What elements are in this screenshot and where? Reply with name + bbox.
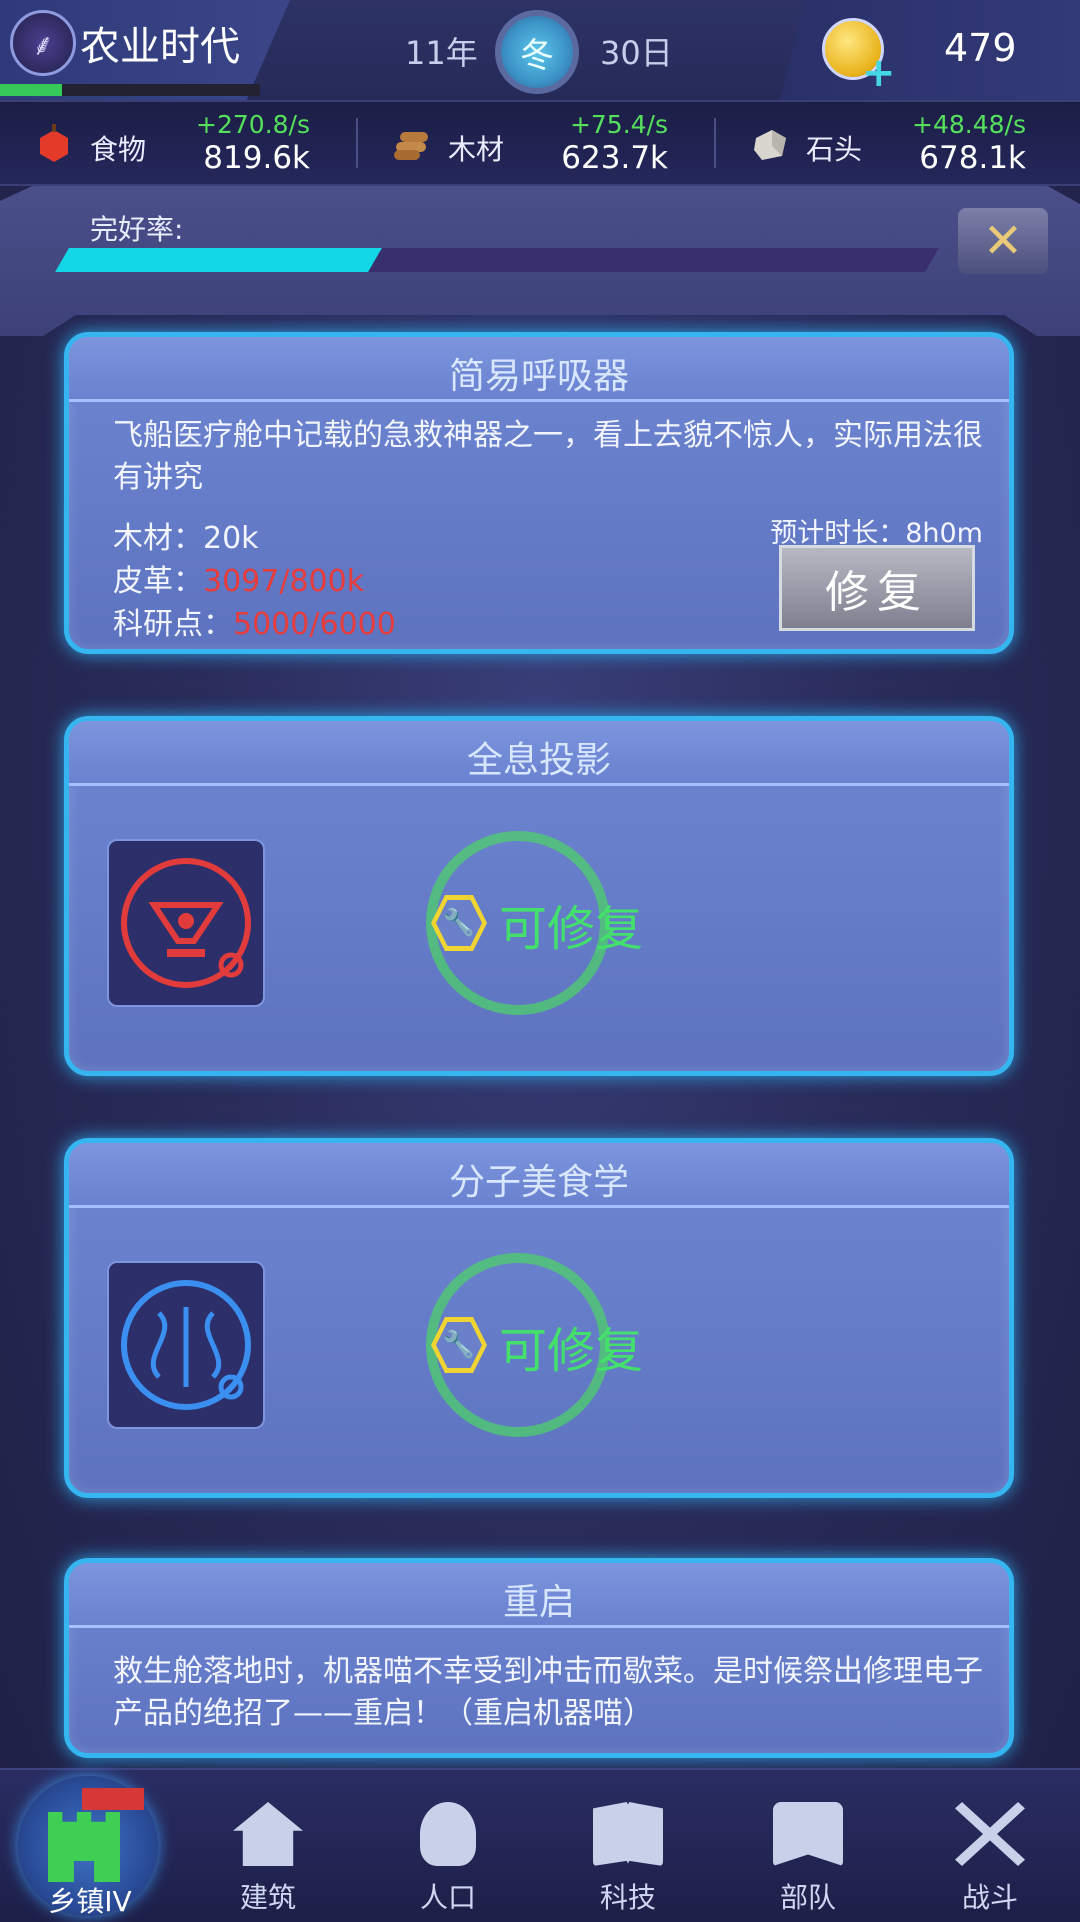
requirement-leather: 皮革：3097/800k [113,556,364,600]
apple-icon [40,124,68,162]
requirement-label: 科研点： [113,607,233,642]
house-icon [233,1802,303,1866]
card-title: 分子美食学 [448,1162,629,1203]
nav-label: 战斗 [961,1881,1018,1914]
era-title: 农业时代 [80,24,240,70]
card-title: 全息投影 [466,740,611,781]
repair-card-reboot: 重启 救生舱落地时，机器喵不幸受到冲击而歇菜。是时候祭出修理电子产品的绝招了——… [64,1558,1014,1758]
person-icon [420,1802,476,1866]
era-progress-bar [0,84,260,96]
resource-stone[interactable]: 石头 +48.48/s 678.1k [716,102,1046,184]
book-icon [593,1802,663,1866]
resource-amount: 623.7k [561,140,668,176]
resource-food[interactable]: 食物 +270.8/s 819.6k [0,102,330,184]
card-description: 救生舱落地时，机器喵不幸受到冲击而歇菜。是时候祭出修理电子产品的绝招了——重启！… [113,1654,983,1731]
resource-name: 木材 [448,133,505,166]
flag-icon [82,1788,144,1810]
resource-wood[interactable]: 木材 +75.4/s 623.7k [358,102,688,184]
nav-label: 建筑 [239,1881,296,1914]
nav-label: 人口 [419,1881,476,1914]
bottom-nav: 建筑 人口 科技 部队 战斗 [0,1768,1080,1922]
card-description: 飞船医疗舱中记载的急救神器之一，看上去貌不惊人，实际用法很有讲究 [113,418,983,495]
logs-icon [394,132,428,160]
nav-population[interactable]: 人口 [358,1770,538,1922]
date-year: 11年 [405,34,478,72]
card-title: 简易呼吸器 [448,356,629,397]
nav-troops[interactable]: 部队 [718,1770,898,1922]
requirement-research: 科研点：5000/6000 [113,599,396,643]
hologram-paw-icon[interactable] [107,839,265,1007]
requirement-value: 20k [203,521,259,556]
nav-label: 部队 [779,1881,836,1914]
top-bar: ⸙ 农业时代 11年 冬 30日 + 479 [0,0,1080,100]
resource-bar: 食物 +270.8/s 819.6k 木材 +75.4/s 623.7k 石头 … [0,100,1080,186]
requirement-label: 皮革： [113,564,203,599]
resource-rate: +270.8/s [196,110,310,139]
card-header: 全息投影 [69,721,1009,786]
nav-label: 乡镇IV [48,1885,132,1918]
repair-card-hologram: 全息投影 🔧 可修复 [64,716,1014,1076]
nav-tech[interactable]: 科技 [538,1770,718,1922]
requirement-wood: 木材：20k [113,513,259,557]
requirement-value: 5000/6000 [233,607,396,642]
resource-amount: 819.6k [203,140,310,176]
nav-label: 科技 [599,1881,656,1914]
card-header: 简易呼吸器 [69,337,1009,402]
card-title: 重启 [502,1582,575,1623]
card-header: 重启 [69,1563,1009,1628]
nav-buildings[interactable]: 建筑 [178,1770,358,1922]
repair-button[interactable]: 修复 [779,545,975,631]
requirement-value: 3097/800k [203,564,365,599]
close-button[interactable]: ✕ [958,208,1048,274]
repair-status[interactable]: 可修复 [499,889,643,959]
resource-name: 石头 [806,133,863,166]
durability-fill [55,248,383,272]
dna-wheat-icon[interactable] [107,1261,265,1429]
resource-amount: 678.1k [919,140,1026,176]
resource-rate: +48.48/s [912,110,1026,139]
crossed-swords-icon [955,1802,1025,1866]
season-badge: 冬 [495,10,579,94]
durability-label: 完好率: [90,213,184,246]
resource-name: 食物 [90,133,147,166]
nav-battle[interactable]: 战斗 [900,1770,1080,1922]
add-coins-icon[interactable]: + [862,50,896,96]
repair-card-molecular-gastronomy: 分子美食学 🔧 可修复 [64,1138,1014,1498]
repair-status[interactable]: 可修复 [499,1311,643,1381]
resource-rate: +75.4/s [569,110,668,139]
wheat-icon: ⸙ [10,10,76,76]
requirement-label: 木材： [113,521,203,556]
coin-count: 479 [944,26,1017,70]
repair-card-respirator: 简易呼吸器 飞船医疗舱中记载的急救神器之一，看上去貌不惊人，实际用法很有讲究 木… [64,332,1014,654]
date-day: 30日 [600,34,673,72]
card-header: 分子美食学 [69,1143,1009,1208]
stone-icon [754,130,786,160]
banner-icon [773,1802,843,1866]
durability-bar [55,248,939,272]
era-progress-fill [0,84,63,96]
